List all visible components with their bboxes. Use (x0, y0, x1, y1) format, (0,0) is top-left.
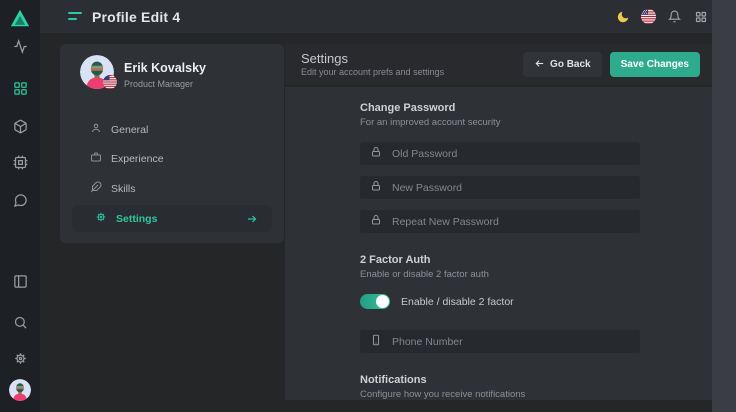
app-logo-icon[interactable] (9, 7, 31, 29)
person-icon (90, 121, 102, 139)
smartphone-icon (370, 333, 382, 351)
settings-header: Settings Edit your account prefs and set… (285, 44, 712, 85)
settings-subtitle: Edit your account prefs and settings (301, 67, 444, 77)
dashboard-grid-icon[interactable] (12, 80, 28, 96)
nav-item-experience[interactable]: Experience (90, 149, 164, 169)
two-factor-section-header: 2 Factor Auth Enable or disable 2 factor… (360, 255, 489, 280)
section-title: 2 Factor Auth (360, 255, 489, 266)
scrollbar-track[interactable] (712, 0, 736, 412)
moon-icon[interactable] (615, 9, 630, 24)
bell-icon[interactable] (667, 9, 682, 24)
nav-item-label: Settings (116, 213, 157, 225)
phone-number-field[interactable] (360, 330, 640, 353)
two-factor-toggle[interactable] (360, 294, 390, 309)
lock-icon (370, 179, 382, 197)
settings-title: Settings (301, 52, 444, 65)
repeat-password-input[interactable] (392, 216, 630, 228)
lock-icon (370, 213, 382, 231)
section-subtitle: Enable or disable 2 factor auth (360, 269, 489, 280)
nav-item-general[interactable]: General (90, 120, 148, 140)
feather-icon (90, 180, 102, 198)
repeat-password-field[interactable] (360, 210, 640, 233)
sidebar (0, 0, 40, 412)
nav-item-settings-active[interactable]: Settings (72, 205, 272, 232)
section-title: Notifications (360, 375, 525, 386)
nav-item-skills[interactable]: Skills (90, 179, 136, 199)
phone-number-input[interactable] (392, 336, 630, 348)
gear-icon (95, 210, 107, 228)
box-icon[interactable] (12, 118, 28, 134)
user-avatar[interactable] (9, 379, 31, 401)
new-password-field[interactable] (360, 176, 640, 199)
save-changes-button[interactable]: Save Changes (610, 52, 700, 77)
activity-icon[interactable] (12, 38, 28, 54)
profile-role: Product Manager (124, 79, 193, 89)
page-title: Profile Edit 4 (92, 9, 180, 25)
old-password-input[interactable] (392, 148, 630, 160)
go-back-label: Go Back (550, 59, 591, 70)
new-password-input[interactable] (392, 182, 630, 194)
save-changes-label: Save Changes (621, 59, 689, 70)
profile-card: Erik Kovalsky Product Manager General Ex… (60, 44, 284, 243)
chat-icon[interactable] (12, 192, 28, 208)
app-window: Profile Edit 4 (0, 0, 736, 412)
search-icon[interactable] (12, 314, 28, 330)
go-back-button[interactable]: Go Back (523, 52, 602, 77)
lock-icon (370, 145, 382, 163)
change-password-section-header: Change Password For an improved account … (360, 103, 500, 128)
profile-avatar (80, 55, 114, 89)
briefcase-icon (90, 150, 102, 168)
old-password-field[interactable] (360, 142, 640, 165)
nav-item-label: General (111, 124, 148, 136)
layout-icon[interactable] (12, 273, 28, 289)
profile-name: Erik Kovalsky (124, 61, 206, 75)
gear-icon[interactable] (12, 350, 28, 366)
settings-body: Change Password For an improved account … (285, 87, 712, 400)
topbar: Profile Edit 4 (40, 0, 736, 33)
notifications-section-header: Notifications Configure how you receive … (360, 375, 525, 400)
apps-grid-icon[interactable] (693, 9, 708, 24)
arrow-right-icon (246, 213, 258, 225)
section-subtitle: Configure how you receive notifications (360, 389, 525, 400)
arrow-left-icon (534, 58, 545, 72)
toggle-knob (376, 295, 389, 308)
section-subtitle: For an improved account security (360, 117, 500, 128)
two-factor-toggle-row: Enable / disable 2 factor (360, 293, 514, 310)
us-flag-icon[interactable] (641, 9, 656, 24)
nav-item-label: Skills (111, 183, 136, 195)
country-flag-icon (103, 75, 117, 89)
cpu-icon[interactable] (12, 154, 28, 170)
section-title: Change Password (360, 103, 500, 114)
toggle-label: Enable / disable 2 factor (401, 296, 514, 308)
nav-item-label: Experience (111, 153, 164, 165)
menu-toggle-icon[interactable] (68, 12, 82, 21)
